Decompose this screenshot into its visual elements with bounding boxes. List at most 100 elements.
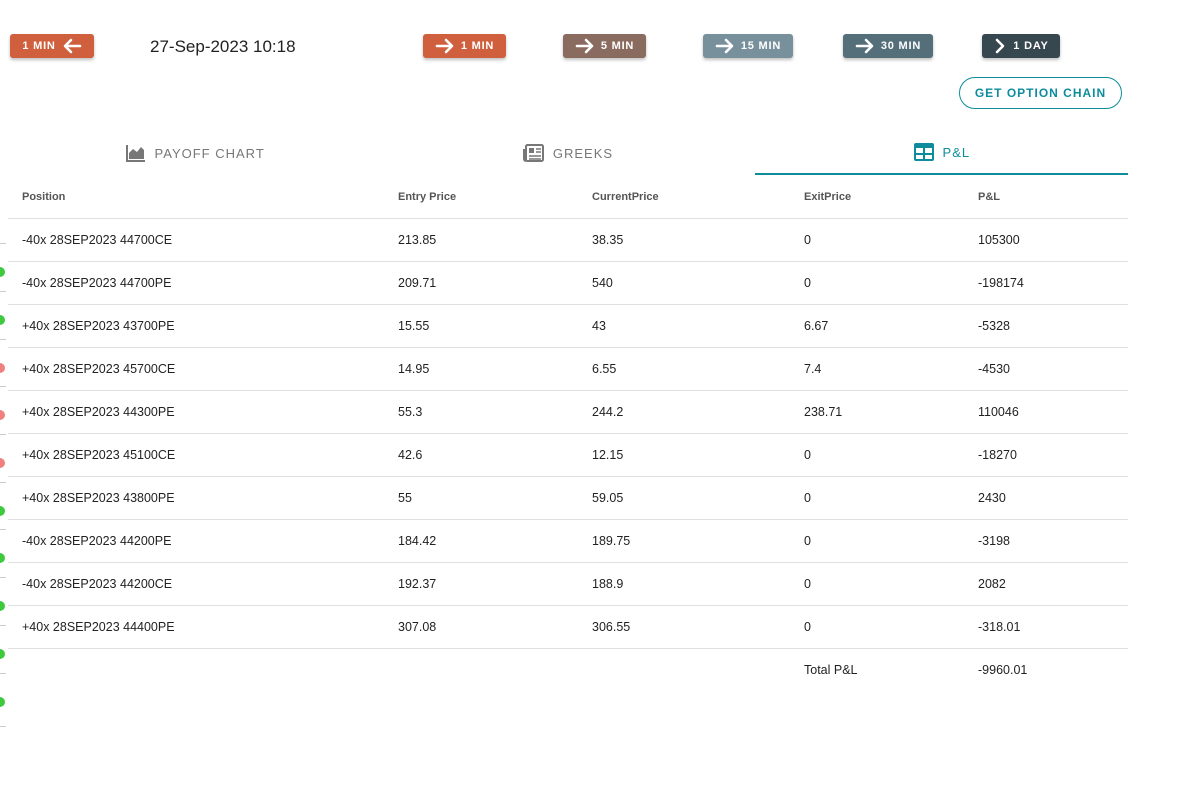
- edge-marker: [0, 363, 5, 373]
- interval-button-label: 5 MIN: [600, 40, 635, 52]
- edge-tick: [0, 726, 6, 727]
- interval-button-label: 1 MIN: [460, 40, 495, 52]
- col-exit-price: ExitPrice: [790, 175, 964, 219]
- cell-position: -40x 28SEP2023 44700CE: [8, 218, 384, 262]
- cell-entry-price: 213.85: [384, 218, 578, 262]
- interval-button-label: 1 DAY: [1013, 40, 1049, 52]
- edge-tick: [0, 434, 6, 435]
- total-row: Total P&L -9960.01: [8, 649, 1128, 692]
- cell-position: +40x 28SEP2023 44300PE: [8, 390, 384, 434]
- table-row: -40x 28SEP2023 44700CE 213.85 38.35 0 105300: [8, 218, 1128, 262]
- cell-pnl: -5328: [964, 304, 1128, 348]
- interval-button-3[interactable]: 30 MIN: [843, 34, 933, 58]
- cell-exit-price: 0: [790, 605, 964, 649]
- cell-current-price: 244.2: [578, 390, 790, 434]
- edge-tick: [0, 625, 6, 626]
- tab-payoff-chart-label: PAYOFF CHART: [154, 145, 265, 161]
- area-chart-icon: [125, 145, 145, 162]
- col-current-price: CurrentPrice: [578, 175, 790, 219]
- cell-pnl: -198174: [964, 261, 1128, 305]
- edge-marker: [0, 553, 5, 563]
- cell-entry-price: 209.71: [384, 261, 578, 305]
- cell-current-price: 6.55: [578, 347, 790, 391]
- cell-pnl: 105300: [964, 218, 1128, 262]
- cell-exit-price: 0: [790, 519, 964, 563]
- edge-tick: [0, 243, 6, 244]
- tab-greeks[interactable]: GREEKS: [381, 131, 754, 175]
- interval-button-1[interactable]: 5 MIN: [563, 34, 646, 58]
- arrow-right-icon: [435, 38, 454, 54]
- interval-button-4[interactable]: 1 DAY: [982, 34, 1060, 58]
- tab-pnl-label: P&L: [942, 144, 971, 160]
- cell-position: +40x 28SEP2023 43800PE: [8, 476, 384, 520]
- cell-position: -40x 28SEP2023 44200PE: [8, 519, 384, 563]
- cell-exit-price: 6.67: [790, 304, 964, 348]
- back-1min-button[interactable]: 1 MIN: [10, 34, 94, 58]
- tab-payoff-chart[interactable]: PAYOFF CHART: [8, 131, 381, 175]
- empty-cell: [578, 649, 790, 692]
- cell-pnl: -3198: [964, 519, 1128, 563]
- cell-exit-price: 7.4: [790, 347, 964, 391]
- cell-entry-price: 55: [384, 476, 578, 520]
- cell-pnl: -4530: [964, 347, 1128, 391]
- cell-exit-price: 0: [790, 562, 964, 606]
- arrow-right-icon: [715, 38, 734, 54]
- cell-current-price: 189.75: [578, 519, 790, 563]
- empty-cell: [384, 649, 578, 692]
- edge-marker: [0, 697, 5, 707]
- cell-position: +40x 28SEP2023 43700PE: [8, 304, 384, 348]
- col-position: Position: [8, 175, 384, 219]
- arrow-left-icon: [63, 38, 81, 54]
- tab-pnl[interactable]: P&L: [754, 131, 1128, 175]
- edge-tick: [0, 577, 6, 578]
- total-pnl-value: -9960.01: [978, 663, 1028, 677]
- interval-button-label: 15 MIN: [740, 40, 782, 52]
- cell-position: +40x 28SEP2023 44400PE: [8, 605, 384, 649]
- edge-marker: [0, 601, 5, 611]
- cell-entry-price: 192.37: [384, 562, 578, 606]
- cell-entry-price: 14.95: [384, 347, 578, 391]
- table-icon: [913, 143, 934, 161]
- total-pnl-label: Total P&L: [804, 663, 858, 677]
- cell-current-price: 12.15: [578, 433, 790, 477]
- cell-entry-price: 15.55: [384, 304, 578, 348]
- cell-current-price: 306.55: [578, 605, 790, 649]
- empty-cell: [8, 649, 384, 692]
- pnl-table: Position Entry Price CurrentPrice ExitPr…: [8, 175, 1128, 691]
- cell-entry-price: 307.08: [384, 605, 578, 649]
- tab-bar: PAYOFF CHART GREEKS P&L: [8, 131, 1128, 175]
- edge-tick: [0, 529, 6, 530]
- get-option-chain-button[interactable]: GET OPTION CHAIN: [959, 77, 1122, 109]
- newspaper-icon: [522, 144, 544, 162]
- cell-current-price: 540: [578, 261, 790, 305]
- edge-marker: [0, 410, 5, 420]
- cell-entry-price: 55.3: [384, 390, 578, 434]
- cell-exit-price: 238.71: [790, 390, 964, 434]
- cell-exit-price: 0: [790, 476, 964, 520]
- edge-tick: [0, 482, 6, 483]
- cell-position: -40x 28SEP2023 44700PE: [8, 261, 384, 305]
- cell-current-price: 38.35: [578, 218, 790, 262]
- edge-marker: [0, 506, 5, 516]
- cell-pnl: 2082: [964, 562, 1128, 606]
- edge-marker: [0, 458, 5, 468]
- cell-pnl: -318.01: [964, 605, 1128, 649]
- arrow-right-icon: [575, 38, 594, 54]
- table-row: +40x 28SEP2023 45700CE 14.95 6.55 7.4 -4530: [8, 347, 1128, 391]
- table-row: +40x 28SEP2023 43800PE 55 59.05 0 2430: [8, 476, 1128, 520]
- interval-button-2[interactable]: 15 MIN: [703, 34, 793, 58]
- cell-pnl: -18270: [964, 433, 1128, 477]
- cell-exit-price: 0: [790, 261, 964, 305]
- edge-marker: [0, 315, 5, 325]
- edge-tick: [0, 386, 6, 387]
- interval-button-label: 30 MIN: [880, 40, 922, 52]
- cell-position: -40x 28SEP2023 44200CE: [8, 562, 384, 606]
- cell-current-price: 43: [578, 304, 790, 348]
- interval-button-0[interactable]: 1 MIN: [423, 34, 506, 58]
- cell-position: +40x 28SEP2023 45700CE: [8, 347, 384, 391]
- cell-exit-price: 0: [790, 433, 964, 477]
- edge-tick: [0, 339, 6, 340]
- table-row: -40x 28SEP2023 44700PE 209.71 540 0 -198174: [8, 261, 1128, 305]
- chevron-right-icon: [995, 38, 1005, 54]
- table-row: +40x 28SEP2023 44400PE 307.08 306.55 0 -318.…: [8, 605, 1128, 649]
